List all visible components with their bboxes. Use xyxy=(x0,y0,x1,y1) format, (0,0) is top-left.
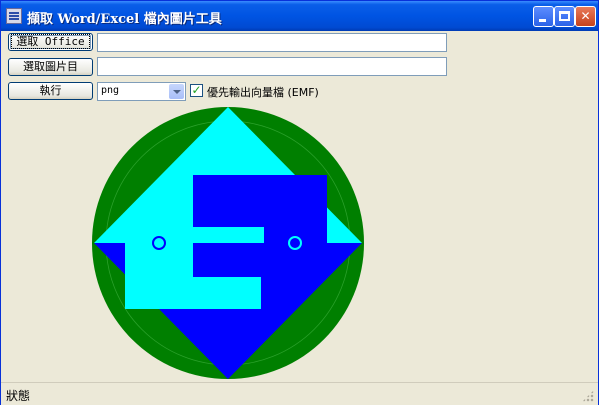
main-window: 擷取 Word/Excel 檔內圖片工具 ✕ 選取 Office 選取圖片目 執… xyxy=(0,0,599,405)
minimize-icon xyxy=(539,19,546,22)
execute-button[interactable]: 執行 xyxy=(8,82,93,100)
select-office-button-label: 選取 Office xyxy=(11,34,90,49)
maximize-button[interactable] xyxy=(554,6,575,27)
maximize-icon xyxy=(559,11,570,21)
format-select-value: png xyxy=(101,85,120,96)
status-bar: 狀態 xyxy=(1,382,598,405)
close-icon: ✕ xyxy=(580,9,591,23)
checkmark-icon: ✓ xyxy=(191,83,202,97)
chevron-down-icon[interactable] xyxy=(169,84,184,99)
prefer-vector-label[interactable]: 優先輸出向量檔 (EMF) xyxy=(207,84,319,100)
window-title: 擷取 Word/Excel 檔內圖片工具 xyxy=(27,12,222,27)
resize-grip-icon[interactable] xyxy=(582,390,594,402)
office-file-path-input[interactable] xyxy=(97,33,447,52)
preview-blue-notch xyxy=(193,243,261,277)
app-icon xyxy=(6,8,22,24)
select-office-button[interactable]: 選取 Office xyxy=(8,33,93,51)
status-text: 狀態 xyxy=(6,389,31,403)
select-image-dir-button[interactable]: 選取圖片目 xyxy=(8,58,93,76)
minimize-button[interactable] xyxy=(533,6,554,27)
emf-logo-preview xyxy=(92,107,364,379)
image-dir-path-input[interactable] xyxy=(97,57,447,76)
close-button[interactable]: ✕ xyxy=(575,6,596,27)
prefer-vector-checkbox[interactable]: ✓ xyxy=(190,84,203,97)
format-select[interactable]: png xyxy=(97,82,186,101)
title-bar[interactable]: 擷取 Word/Excel 檔內圖片工具 ✕ xyxy=(1,1,598,31)
